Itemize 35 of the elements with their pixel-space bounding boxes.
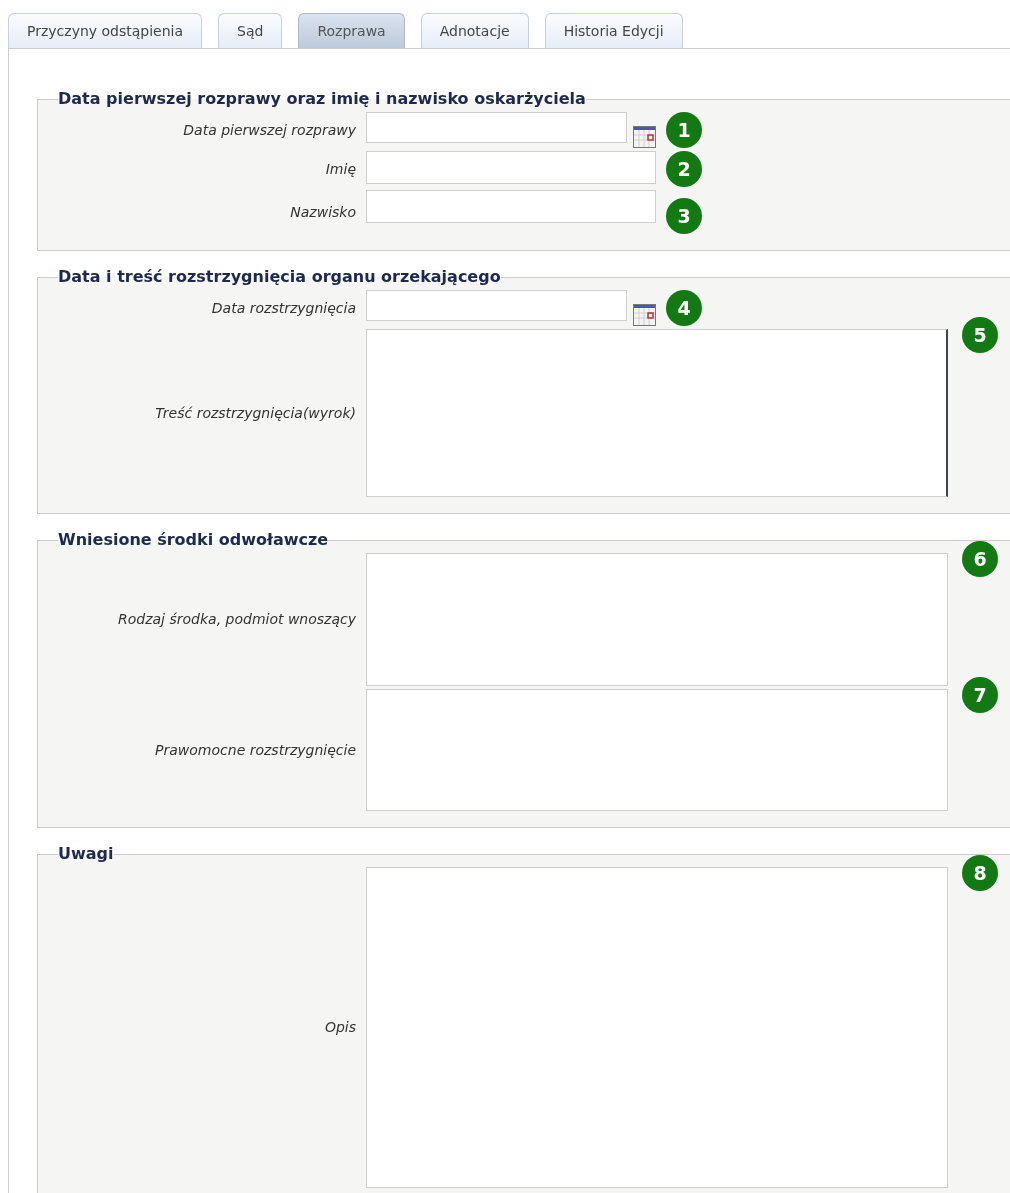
tab[interactable]: Sąd (218, 13, 283, 48)
number-badge: 2 (666, 151, 702, 187)
field-label: Data pierwszej rozprawy (182, 120, 356, 140)
tab[interactable]: Historia Edycji (544, 13, 683, 48)
tab[interactable]: Rozprawa (298, 13, 405, 48)
field-label: Data rozstrzygnięcia (210, 298, 356, 318)
text-area-field[interactable] (366, 867, 948, 1188)
tab[interactable]: Adnotacje (420, 13, 529, 48)
number-badge: 3 (666, 198, 702, 234)
field-label: Nazwisko (289, 202, 356, 222)
text-area-field[interactable] (366, 329, 948, 497)
calendar-icon[interactable] (633, 303, 656, 326)
section-legend: Data i treść rozstrzygnięcia organu orzekającego (58, 267, 501, 287)
tab[interactable]: Przyczyny odstąpienia (8, 13, 203, 48)
text-area-field[interactable] (366, 553, 948, 686)
number-badge: 8 (962, 855, 998, 891)
date-input-field[interactable] (366, 112, 627, 143)
date-input-field[interactable] (366, 290, 627, 321)
field-label: Imię (324, 159, 356, 179)
text-area-field[interactable] (366, 689, 948, 811)
field-label: Prawomocne rozstrzygnięcie (154, 740, 356, 760)
number-badge: 5 (962, 317, 998, 353)
number-badge: 4 (666, 290, 702, 326)
number-badge: 7 (962, 677, 998, 713)
text-input-field[interactable] (366, 151, 656, 184)
section-legend: Uwagi (58, 844, 114, 864)
field-label: Opis (323, 1018, 356, 1037)
field-label: Rodzaj środka, podmiot wnoszący (117, 610, 356, 629)
number-badge: 1 (666, 112, 702, 148)
section-legend: Wniesione środki odwoławcze (58, 530, 329, 550)
section-legend: Data pierwszej rozprawy oraz imię i nazwisko oskarżyciela (58, 89, 586, 109)
field-label: Treść rozstrzygnięcia(wyrok) (154, 403, 356, 423)
text-input-field[interactable] (366, 190, 656, 223)
calendar-icon[interactable] (633, 125, 656, 148)
number-badge: 6 (962, 541, 998, 577)
